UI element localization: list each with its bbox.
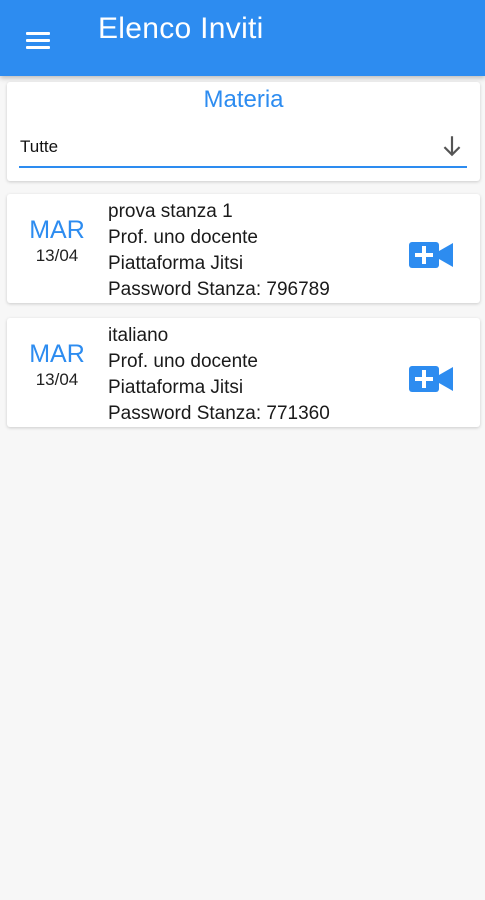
invite-date-value: 13/04 (35, 370, 79, 389)
invite-teacher: Prof. uno docente (108, 351, 258, 372)
invite-password: Password Stanza: 771360 (108, 403, 330, 424)
subject-select-value: Tutte (20, 137, 59, 156)
invite-day-name: MAR (29, 216, 85, 244)
invite-date: MAR 13/04 (7, 194, 107, 303)
invite-details: prova stanza 1 Prof. uno docente Piattaf… (108, 199, 408, 303)
app-bar: Elenco Inviti (0, 0, 485, 76)
invite-card[interactable]: MAR 13/04 italiano Prof. uno docente Pia… (7, 318, 480, 427)
invite-platform: Piattaforma Jitsi (108, 253, 244, 274)
video-call-add-icon[interactable] (409, 240, 455, 270)
invite-subject: prova stanza 1 (108, 201, 233, 222)
video-call-add-icon[interactable] (409, 364, 455, 394)
page-title: Elenco Inviti (98, 12, 264, 45)
filter-label: Materia (203, 86, 284, 113)
invite-platform: Piattaforma Jitsi (108, 377, 244, 398)
subject-select[interactable]: Tutte (19, 128, 467, 168)
arrow-down-icon (443, 136, 461, 157)
invite-date-value: 13/04 (35, 246, 79, 265)
invite-card[interactable]: MAR 13/04 prova stanza 1 Prof. uno docen… (7, 194, 480, 303)
invite-date: MAR 13/04 (7, 318, 107, 427)
invite-subject: italiano (108, 325, 169, 346)
invite-details: italiano Prof. uno docente Piattaforma J… (108, 323, 408, 427)
invite-password: Password Stanza: 796789 (108, 279, 330, 300)
invite-teacher: Prof. uno docente (108, 227, 258, 248)
subject-filter-card: Materia Tutte (7, 82, 480, 181)
invite-day-name: MAR (29, 340, 85, 368)
hamburger-menu-icon[interactable] (24, 28, 52, 50)
